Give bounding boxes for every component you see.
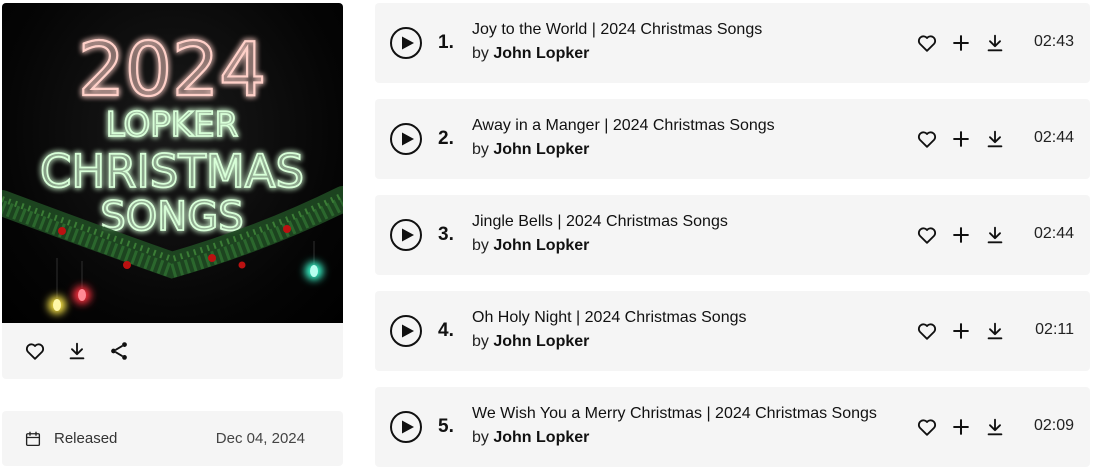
album-actions — [2, 323, 343, 379]
track-title[interactable]: We Wish You a Merry Christmas | 2024 Chr… — [472, 405, 877, 423]
heart-icon — [917, 131, 937, 148]
play-button[interactable] — [390, 411, 422, 443]
plus-icon — [953, 131, 969, 147]
track-number: 4. — [438, 320, 454, 341]
track-actions — [916, 128, 1006, 150]
heart-icon — [917, 323, 937, 340]
track-artist-line: by John Lopker — [472, 45, 589, 63]
by-label: by — [472, 237, 489, 254]
track-duration: 02:44 — [1033, 129, 1074, 146]
download-icon — [987, 130, 1003, 148]
release-info: Released Dec 04, 2024 — [2, 411, 343, 466]
heart-icon — [917, 419, 937, 436]
by-label: by — [472, 429, 489, 446]
share-button[interactable] — [108, 340, 130, 362]
play-icon — [401, 420, 414, 434]
like-button[interactable] — [916, 224, 938, 246]
track-title[interactable]: Joy to the World | 2024 Christmas Songs — [472, 21, 762, 39]
plus-icon — [953, 227, 969, 243]
track-duration: 02:44 — [1033, 225, 1074, 242]
plus-icon — [953, 323, 969, 339]
download-icon — [69, 342, 85, 360]
heart-icon — [917, 35, 937, 52]
heart-icon — [25, 343, 45, 360]
play-icon — [401, 36, 414, 50]
cover-title-lopker: LOPKER — [106, 105, 238, 145]
cover-title-songs: SONGS — [100, 194, 243, 240]
track-duration: 02:09 — [1033, 417, 1074, 434]
album-cover-image: 2024 LOPKER CHRISTMAS SONGS — [2, 26, 343, 314]
like-button[interactable] — [916, 320, 938, 342]
track-row[interactable]: 3. Jingle Bells | 2024 Christmas Songs b… — [375, 195, 1090, 275]
like-button[interactable] — [916, 128, 938, 150]
play-icon — [401, 324, 414, 338]
track-title[interactable]: Jingle Bells | 2024 Christmas Songs — [472, 213, 728, 231]
like-button[interactable] — [916, 416, 938, 438]
track-artist[interactable]: John Lopker — [493, 333, 589, 350]
add-to-playlist-button[interactable] — [950, 416, 972, 438]
download-icon — [987, 226, 1003, 244]
track-artist-line: by John Lopker — [472, 429, 589, 447]
download-icon — [987, 322, 1003, 340]
track-title[interactable]: Away in a Manger | 2024 Christmas Songs — [472, 117, 775, 135]
track-actions — [916, 320, 1006, 342]
track-number: 2. — [438, 128, 454, 149]
add-to-playlist-button[interactable] — [950, 320, 972, 342]
play-icon — [401, 132, 414, 146]
download-icon — [987, 418, 1003, 436]
track-artist[interactable]: John Lopker — [493, 237, 589, 254]
plus-icon — [953, 35, 969, 51]
heart-icon — [917, 227, 937, 244]
track-row[interactable]: 5. We Wish You a Merry Christmas | 2024 … — [375, 387, 1090, 467]
play-icon — [401, 228, 414, 242]
play-button[interactable] — [390, 123, 422, 155]
album-cover-art[interactable]: 2024 LOPKER CHRISTMAS SONGS — [2, 3, 343, 323]
track-row[interactable]: 4. Oh Holy Night | 2024 Christmas Songs … — [375, 291, 1090, 371]
download-button[interactable] — [984, 224, 1006, 246]
cover-title-christmas: CHRISTMAS — [40, 145, 304, 198]
track-duration: 02:43 — [1033, 33, 1074, 50]
release-date: Dec 04, 2024 — [215, 430, 305, 447]
like-button[interactable] — [24, 340, 46, 362]
track-actions — [916, 224, 1006, 246]
add-to-playlist-button[interactable] — [950, 128, 972, 150]
add-to-playlist-button[interactable] — [950, 224, 972, 246]
track-actions — [916, 416, 1006, 438]
track-row[interactable]: 2. Away in a Manger | 2024 Christmas Son… — [375, 99, 1090, 179]
like-button[interactable] — [916, 32, 938, 54]
download-button[interactable] — [984, 32, 1006, 54]
track-artist-line: by John Lopker — [472, 333, 589, 351]
play-button[interactable] — [390, 219, 422, 251]
plus-icon — [953, 419, 969, 435]
track-artist[interactable]: John Lopker — [493, 429, 589, 446]
play-button[interactable] — [390, 315, 422, 347]
track-number: 5. — [438, 416, 454, 437]
cover-title-year: 2024 — [78, 27, 266, 113]
track-actions — [916, 32, 1006, 54]
track-artist[interactable]: John Lopker — [493, 45, 589, 62]
track-artist-line: by John Lopker — [472, 141, 589, 159]
track-duration: 02:11 — [1035, 321, 1074, 338]
download-icon — [987, 34, 1003, 52]
track-row[interactable]: 1. Joy to the World | 2024 Christmas Son… — [375, 3, 1090, 83]
download-button[interactable] — [66, 340, 88, 362]
track-artist[interactable]: John Lopker — [493, 141, 589, 158]
album-cover-card: 2024 LOPKER CHRISTMAS SONGS — [2, 3, 343, 379]
by-label: by — [472, 333, 489, 350]
by-label: by — [472, 45, 489, 62]
calendar-icon — [25, 431, 41, 446]
download-button[interactable] — [984, 416, 1006, 438]
play-button[interactable] — [390, 27, 422, 59]
share-icon — [111, 342, 127, 360]
download-button[interactable] — [984, 128, 1006, 150]
track-title[interactable]: Oh Holy Night | 2024 Christmas Songs — [472, 309, 747, 327]
track-list: 1. Joy to the World | 2024 Christmas Son… — [375, 3, 1090, 468]
track-number: 3. — [438, 224, 454, 245]
by-label: by — [472, 141, 489, 158]
release-label: Released — [54, 430, 118, 447]
track-artist-line: by John Lopker — [472, 237, 589, 255]
track-number: 1. — [438, 32, 454, 53]
add-to-playlist-button[interactable] — [950, 32, 972, 54]
download-button[interactable] — [984, 320, 1006, 342]
